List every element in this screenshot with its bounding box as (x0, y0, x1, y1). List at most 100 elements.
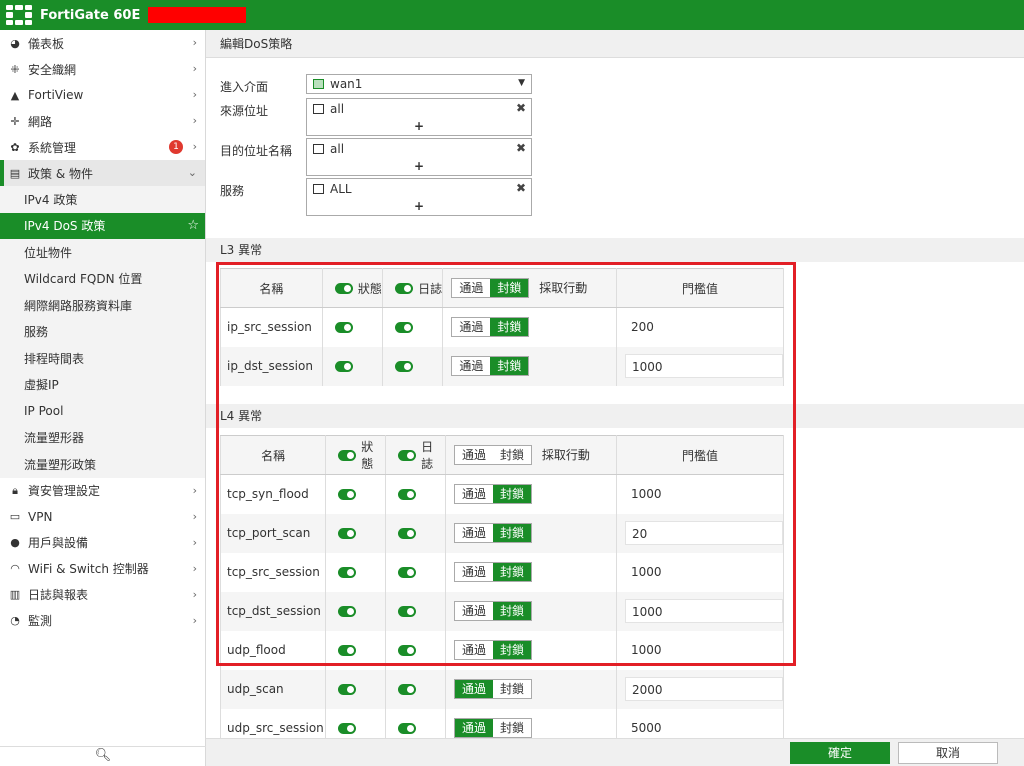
log-toggle[interactable] (395, 322, 414, 334)
ok-button[interactable]: 確定 (790, 742, 890, 764)
cancel-button[interactable]: 取消 (898, 742, 998, 764)
sidebar-item-log-report[interactable]: ▥ 日誌與報表 › (0, 582, 205, 608)
pass-option[interactable]: 通過 (452, 357, 491, 375)
sidebar-item-policy-objects[interactable]: ▤ 政策 & 物件 ⌄ (0, 160, 205, 186)
add-service-button[interactable]: + (307, 199, 531, 213)
block-option[interactable]: 封鎖 (493, 680, 532, 698)
sidebar-item-system[interactable]: ✿ 系統管理 1 › (0, 134, 205, 160)
status-toggle-all[interactable] (334, 282, 353, 294)
column-status[interactable]: 狀態 (322, 268, 384, 308)
pass-option[interactable]: 通過 (455, 602, 494, 620)
action-toggle[interactable]: 通過 封鎖 (454, 601, 533, 621)
sidebar-item-wifi-switch[interactable]: ◠ WiFi & Switch 控制器 › (0, 556, 205, 582)
action-toggle-all[interactable]: 通過 封鎖 (451, 278, 530, 298)
sidebar-item-fortiview[interactable]: ▲ FortiView › (0, 82, 205, 108)
interface-select[interactable]: wan1 ▼ (306, 74, 532, 94)
sidebar-item-vpn[interactable]: ▭ VPN › (0, 504, 205, 530)
threshold-input[interactable]: 20 (624, 521, 783, 545)
threshold-input[interactable]: 1000 (624, 354, 783, 378)
status-toggle[interactable] (338, 528, 357, 539)
pass-option[interactable]: 通過 (455, 641, 494, 659)
column-log[interactable]: 日誌 (382, 268, 444, 308)
sidebar-subitem-addresses[interactable]: 位址物件 (0, 239, 205, 266)
action-toggle[interactable]: 通過 封鎖 (454, 484, 533, 505)
status-toggle[interactable] (338, 567, 357, 578)
pass-option[interactable]: 通過 (455, 524, 494, 542)
pass-option[interactable]: 通過 (452, 318, 491, 337)
threshold-input[interactable]: 1000 (624, 638, 783, 662)
block-option[interactable]: 封鎖 (493, 524, 532, 542)
sidebar-subitem-traffic-shaping-policy[interactable]: 流量塑形政策 (0, 451, 205, 478)
pass-option[interactable]: 通過 (455, 485, 494, 504)
status-toggle-all[interactable] (338, 449, 357, 461)
log-toggle[interactable] (398, 723, 417, 734)
action-toggle[interactable]: 通過 封鎖 (454, 679, 533, 699)
status-toggle[interactable] (334, 361, 353, 372)
sidebar-subitem-ip-pool[interactable]: IP Pool (0, 398, 205, 425)
status-toggle[interactable] (338, 489, 357, 501)
threshold-input[interactable]: 1000 (624, 599, 783, 623)
action-toggle[interactable]: 通過 封鎖 (454, 523, 533, 543)
log-toggle[interactable] (398, 528, 417, 539)
status-toggle[interactable] (338, 723, 357, 734)
threshold-input[interactable]: 200 (624, 315, 783, 340)
add-destination-button[interactable]: + (307, 159, 531, 173)
action-toggle[interactable]: 通過 封鎖 (451, 317, 530, 338)
pass-option[interactable]: 通過 (455, 719, 494, 737)
sidebar-subitem-traffic-shapers[interactable]: 流量塑形器 (0, 424, 205, 451)
column-status[interactable]: 狀態 (325, 435, 387, 475)
remove-icon[interactable]: ✖ (516, 141, 526, 155)
block-option[interactable]: 封鎖 (493, 602, 532, 620)
block-option[interactable]: 封鎖 (493, 563, 532, 581)
threshold-input[interactable]: 1000 (624, 560, 783, 584)
remove-icon[interactable]: ✖ (516, 181, 526, 195)
log-toggle[interactable] (398, 567, 417, 578)
sidebar-item-security-profiles[interactable]: 🔒︎ 資安管理設定 › (0, 478, 205, 504)
action-toggle[interactable]: 通過 封鎖 (454, 640, 533, 660)
sidebar-subitem-ipv4-policy[interactable]: IPv4 政策 (0, 186, 205, 213)
block-option[interactable]: 封鎖 (493, 485, 532, 504)
log-toggle[interactable] (398, 645, 417, 656)
log-toggle[interactable] (398, 684, 417, 695)
block-option[interactable]: 封鎖 (490, 318, 529, 337)
action-toggle[interactable]: 通過 封鎖 (451, 356, 530, 376)
threshold-input[interactable]: 5000 (624, 716, 783, 740)
sidebar-item-network[interactable]: ✛ 網路 › (0, 108, 205, 134)
column-log[interactable]: 日誌 (385, 435, 447, 475)
action-toggle-all[interactable]: 通過 封鎖 (454, 445, 533, 465)
log-toggle-all[interactable] (395, 282, 414, 294)
sidebar-subitem-virtual-ip[interactable]: 虛擬IP (0, 371, 205, 398)
log-toggle[interactable] (395, 361, 414, 372)
pass-option[interactable]: 通過 (455, 680, 494, 698)
sidebar-subitem-ipv4-dos-policy[interactable]: IPv4 DoS 政策 ☆ (0, 212, 205, 239)
remove-icon[interactable]: ✖ (516, 101, 526, 115)
status-toggle[interactable] (334, 322, 353, 334)
status-toggle[interactable] (338, 684, 357, 695)
service-field[interactable]: ALL ✖ + (306, 178, 532, 216)
action-toggle[interactable]: 通過 封鎖 (454, 718, 533, 738)
search-icon[interactable]: 🔍︎ (0, 746, 206, 766)
pass-option[interactable]: 通過 (455, 563, 494, 581)
block-option[interactable]: 封鎖 (493, 719, 532, 737)
action-toggle[interactable]: 通過 封鎖 (454, 562, 533, 582)
log-toggle[interactable] (398, 606, 417, 617)
source-address-field[interactable]: all ✖ + (306, 98, 532, 136)
status-toggle[interactable] (338, 606, 357, 617)
sidebar-item-security-fabric[interactable]: ⁜ 安全織網 › (0, 56, 205, 82)
destination-address-field[interactable]: all ✖ + (306, 138, 532, 176)
block-option[interactable]: 封鎖 (490, 357, 529, 375)
block-option[interactable]: 封鎖 (493, 641, 532, 659)
sidebar-item-monitor[interactable]: ◔ 監測 › (0, 608, 205, 634)
log-toggle-all[interactable] (398, 449, 417, 461)
sidebar-item-user-device[interactable]: ● 用戶與設備 › (0, 530, 205, 556)
sidebar-subitem-wildcard-fqdn[interactable]: Wildcard FQDN 位置 (0, 265, 205, 292)
sidebar-subitem-services[interactable]: 服務 (0, 318, 205, 345)
status-toggle[interactable] (338, 645, 357, 656)
sidebar-subitem-schedules[interactable]: 排程時間表 (0, 345, 205, 372)
sidebar-item-dashboard[interactable]: ◕ 儀表板 › (0, 30, 205, 56)
log-toggle[interactable] (398, 489, 417, 501)
add-source-button[interactable]: + (307, 119, 531, 133)
sidebar-subitem-internet-service-db[interactable]: 網際網路服務資料庫 (0, 292, 205, 319)
threshold-input[interactable]: 1000 (624, 482, 783, 507)
star-icon[interactable]: ☆ (187, 218, 199, 233)
